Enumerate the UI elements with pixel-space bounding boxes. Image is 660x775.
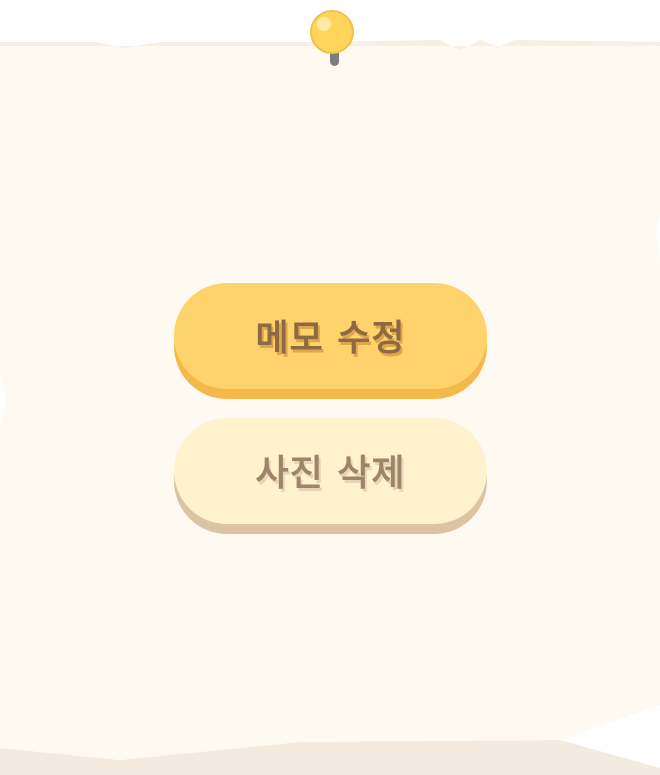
pushpin-icon — [310, 10, 354, 66]
delete-photo-button[interactable]: 사진 삭제 — [174, 418, 487, 524]
paper-sheet — [0, 40, 660, 760]
edit-memo-button[interactable]: 메모 수정 — [174, 283, 487, 389]
edit-memo-label: 메모 수정 — [255, 318, 406, 359]
delete-photo-label: 사진 삭제 — [255, 453, 406, 494]
